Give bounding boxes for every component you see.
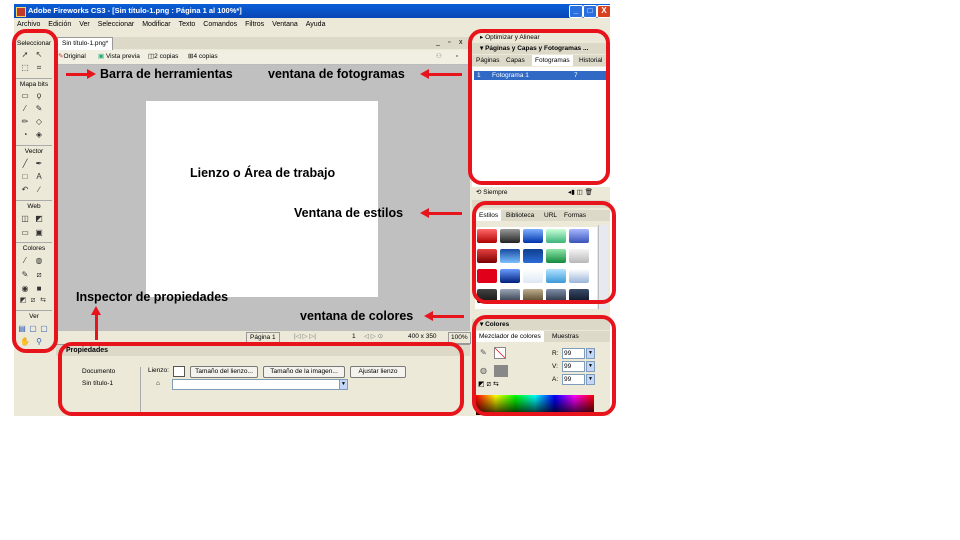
annotation-inspector: Inspector de propiedades: [76, 290, 229, 304]
export-icon[interactable]: ▫: [456, 50, 458, 64]
menu-texto[interactable]: Texto: [179, 18, 196, 31]
frames-highlight: [468, 29, 610, 185]
menu-seleccionar[interactable]: Seleccionar: [98, 18, 135, 31]
arrow-colors: [424, 311, 464, 321]
frames-footer: ⟲ Siempre ◂▮ ◫ 🗑: [472, 187, 610, 198]
arrow-frames: [420, 69, 462, 79]
annotation-colors: ventana de colores: [300, 309, 414, 323]
view-2up-label: 2 copias: [154, 53, 179, 60]
title-bar: Adobe Fireworks CS3 - [Sin título-1.png …: [14, 4, 610, 18]
doc-close-icon[interactable]: x: [459, 37, 463, 49]
app-icon: [16, 7, 26, 17]
view-preview-label: Vista previa: [105, 53, 140, 60]
view-toolbar: ✎Original ▣ Vista previa ◫2 copias ⊞4 co…: [56, 50, 470, 65]
onion-skin-icon[interactable]: ⚇: [436, 50, 442, 64]
view-preview-tab[interactable]: ▣ Vista previa: [98, 50, 140, 64]
frame-options-icon[interactable]: ◂▮ ◫ 🗑: [568, 187, 593, 198]
arrow-inspector: [91, 306, 101, 340]
view-4up-label: 4 copias: [193, 53, 218, 60]
view-2up-tab[interactable]: ◫2 copias: [148, 50, 178, 64]
annotation-toolbar: Barra de herramientas: [100, 67, 233, 81]
canvas[interactable]: [146, 101, 378, 297]
toolbar-highlight: [12, 29, 58, 353]
menu-edicion[interactable]: Edición: [48, 18, 71, 31]
minimize-button[interactable]: _: [569, 5, 583, 18]
document-tab-bar: Sin título-1.png* _ ▫ x: [56, 37, 470, 50]
menu-comandos[interactable]: Comandos: [203, 18, 237, 31]
doc-restore-icon[interactable]: ▫: [448, 37, 450, 49]
doc-minimize-icon[interactable]: _: [436, 37, 440, 49]
annotation-frames: ventana de fotogramas: [268, 67, 405, 81]
window-title: Adobe Fireworks CS3 - [Sin título-1.png …: [28, 6, 242, 15]
view-original-label: Original: [63, 53, 86, 60]
annotation-canvas: Lienzo o Área de trabajo: [190, 166, 336, 180]
close-button[interactable]: X: [597, 5, 610, 18]
document-tab[interactable]: Sin título-1.png*: [57, 37, 114, 50]
menu-ayuda[interactable]: Ayuda: [306, 18, 326, 31]
annotation-styles: Ventana de estilos: [294, 206, 404, 220]
maximize-button[interactable]: □: [583, 5, 597, 18]
menu-modificar[interactable]: Modificar: [142, 18, 170, 31]
inspector-highlight: [58, 342, 464, 416]
colors-highlight: [472, 315, 616, 416]
arrow-toolbar: [66, 69, 96, 79]
menu-ventana[interactable]: Ventana: [272, 18, 298, 31]
loop-label[interactable]: Siempre: [483, 189, 507, 196]
arrow-styles: [420, 208, 462, 218]
menu-ver[interactable]: Ver: [79, 18, 90, 31]
styles-highlight: [472, 201, 616, 304]
view-4up-tab[interactable]: ⊞4 copias: [188, 50, 218, 64]
loop-icon[interactable]: ⟲: [476, 189, 481, 196]
menu-filtros[interactable]: Filtros: [245, 18, 264, 31]
preview-icon: ▣: [98, 53, 105, 60]
view-original-tab[interactable]: ✎Original: [58, 50, 86, 64]
